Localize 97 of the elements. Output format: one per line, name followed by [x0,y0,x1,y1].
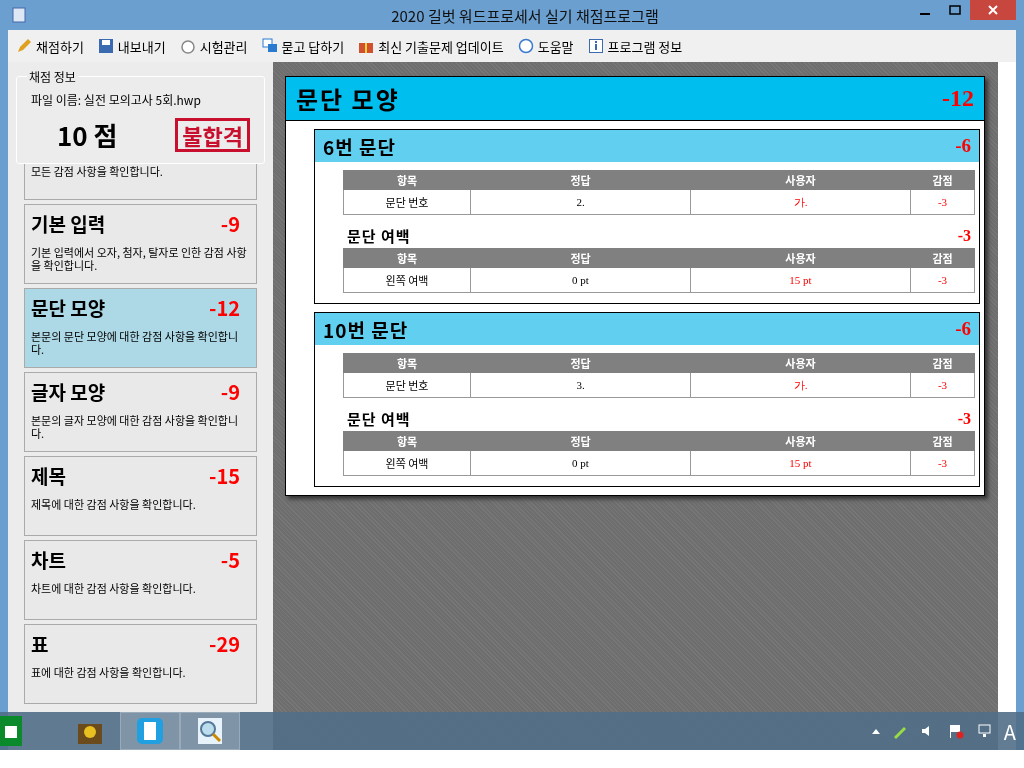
column-header: 항목 [343,170,471,190]
column-header: 감점 [910,248,975,268]
category-title: 표 [31,630,49,657]
category-description: 본문의 문단 모양에 대한 감점 사항을 확인합니다. [31,330,240,356]
close-icon [988,5,998,15]
app-icon [12,7,26,23]
category-deduction: -15 [209,461,240,490]
app-icon [135,716,165,746]
fail-stamp: 불합격 [175,117,250,152]
category-card[interactable]: 글자 모양 -9 본문의 글자 모양에 대한 감점 사항을 확인합니다. [24,372,257,452]
score-value: 10 점 [57,116,118,153]
category-card[interactable]: 차트 -5 차트에 대한 감점 사항을 확인합니다. [24,540,257,620]
category-title: 글자 모양 [31,378,106,405]
table-cell: 0 pt [470,450,691,476]
taskbar-button[interactable] [120,712,180,750]
subsection-deduction: -3 [957,409,971,428]
table-cell: 문단 번호 [343,372,471,398]
column-header: 사용자 [690,431,911,451]
maximize-icon [949,5,961,15]
category-title: 차트 [31,546,66,573]
file-name: 파일 이름: 실전 모의고사 5회.hwp [31,91,202,108]
category-deduction: -5 [220,545,240,574]
report-deduction: -12 [942,85,974,112]
toolbar-button[interactable]: 묻고 답하기 [261,36,345,56]
taskbar-button[interactable] [180,712,240,750]
category-deduction: -12 [209,293,240,322]
column-header: 감점 [910,170,975,190]
category-card[interactable]: 표 -29 표에 대한 감점 사항을 확인합니다. [24,624,257,704]
column-header: 정답 [470,248,691,268]
table-cell: 2. [470,189,691,215]
chevron-up-icon[interactable] [871,728,880,734]
category-title: 제목 [31,462,66,489]
category-description: 표에 대한 감점 사항을 확인합니다. [31,666,187,679]
category-description: 제목에 대한 감점 사항을 확인합니다. [31,498,197,511]
group-deduction: -6 [955,135,971,157]
toolbar-button[interactable]: 채점하기 [16,36,84,56]
table-cell: -3 [910,372,975,398]
report-title: 문단 모양 [296,81,400,116]
column-header: 항목 [343,353,471,373]
column-header: 감점 [910,431,975,451]
window-title: 2020 길벗 워드프로세서 실기 채점프로그램 [391,4,659,26]
subsection-title: 문단 여백 [347,408,411,429]
panel-legend: 채점 정보 [27,68,78,85]
toolbar-button[interactable]: 최신 기출문제 업데이트 [358,36,504,56]
table-cell: 가. [690,372,911,398]
category-deduction: -9 [220,377,240,406]
table-cell: 왼쪽 여백 [343,267,471,293]
column-header: 사용자 [690,170,911,190]
category-title: 기본 입력 [31,210,106,237]
column-header: 감점 [910,353,975,373]
flag-icon[interactable] [947,723,964,739]
column-header: 정답 [470,170,691,190]
toolbar-button[interactable]: 프로그램 정보 [587,36,683,56]
toolbar-button[interactable]: 도움말 [517,36,574,56]
table-cell: -3 [910,450,975,476]
table-cell: 문단 번호 [343,189,471,215]
subsection-title: 문단 여백 [347,225,411,246]
toolbar-button[interactable]: 시험관리 [179,36,248,56]
category-title: 문단 모양 [31,294,106,321]
table-cell: 왼쪽 여백 [343,450,471,476]
category-card[interactable]: 기본 입력 -9 기본 입력에서 오자, 첨자, 탈자로 인한 감점 사항을 확인합니다. [24,204,257,284]
group-title: 6번 문단 [323,132,396,160]
store-icon[interactable] [0,716,22,746]
category-card[interactable]: 문단 모양 -12 본문의 문단 모양에 대한 감점 사항을 확인합니다. [24,288,257,368]
save-icon [97,38,114,54]
category-description: 차트에 대한 감점 사항을 확인합니다. [31,582,197,595]
category-description: 본문의 글자 모양에 대한 감점 사항을 확인합니다. [31,414,240,440]
column-header: 사용자 [690,353,911,373]
magnifier-icon [195,716,225,746]
subsection-deduction: -3 [957,226,971,245]
column-header: 정답 [470,353,691,373]
table-cell: 3. [470,372,691,398]
pencil-icon [16,38,32,54]
chat-icon [261,38,278,54]
table-cell: -3 [910,267,975,293]
column-header: 정답 [470,431,691,451]
table-cell: -3 [910,189,975,215]
category-card[interactable]: 제목 -15 제목에 대한 감점 사항을 확인합니다. [24,456,257,536]
category-description: 모든 감점 사항을 확인합니다. [31,165,164,178]
table-cell: 0 pt [470,267,691,293]
close-button[interactable] [970,0,1016,20]
toolbar-button[interactable]: 내보내기 [97,36,166,56]
column-header: 항목 [343,248,471,268]
category-deduction: -9 [220,209,240,238]
table-cell: 15 pt [690,267,911,293]
category-description: 기본 입력에서 오자, 첨자, 탈자로 인한 감점 사항을 확인합니다. [31,246,248,272]
column-header: 항목 [343,431,471,451]
table-cell: 15 pt [690,450,911,476]
column-header: 사용자 [690,248,911,268]
minimize-icon [920,13,930,15]
input-language-indicator[interactable]: A [1003,716,1016,746]
category-deduction: -29 [209,629,240,658]
info-icon [587,38,604,54]
network-icon[interactable] [975,723,992,739]
group-title: 10번 문단 [323,315,409,343]
table-cell: 가. [690,189,911,215]
group-deduction: -6 [955,318,971,340]
